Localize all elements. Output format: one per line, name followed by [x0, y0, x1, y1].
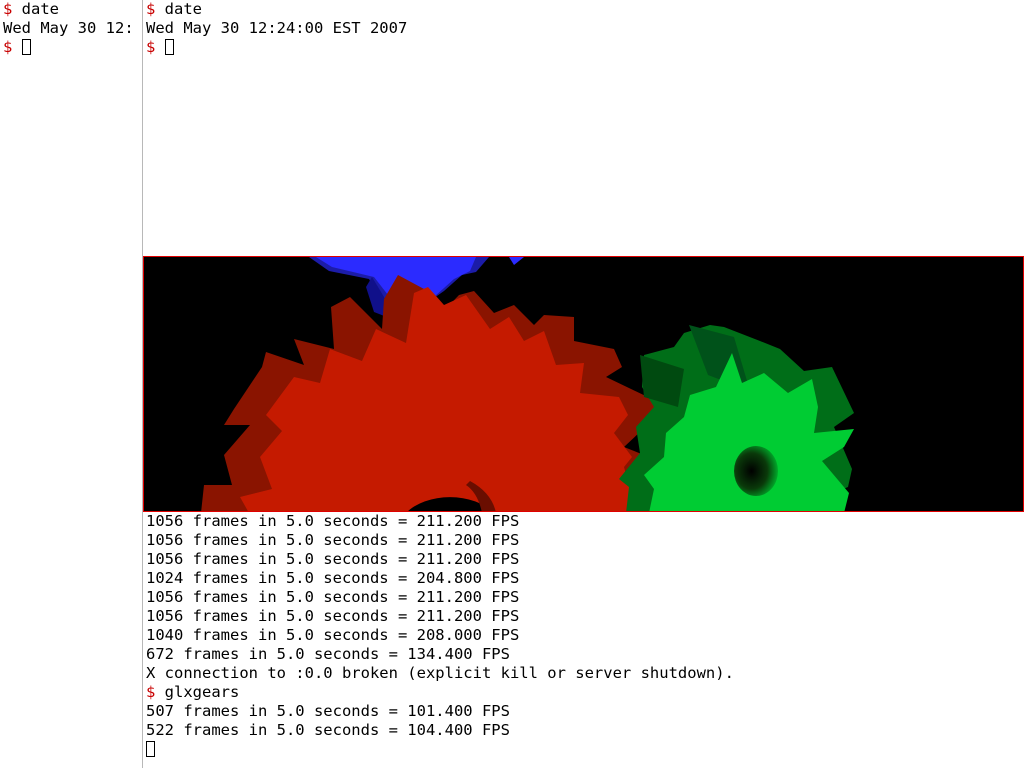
- output-text: 1040 frames in 5.0 seconds = 208.000 FPS: [146, 626, 520, 644]
- terminal-line: 1056 frames in 5.0 seconds = 211.200 FPS: [143, 550, 1024, 569]
- output-text: Wed May 30 12:24:00 EST 2007: [146, 19, 408, 37]
- terminal-line: 1056 frames in 5.0 seconds = 211.200 FPS: [143, 588, 1024, 607]
- output-text: 1056 frames in 5.0 seconds = 211.200 FPS: [146, 512, 520, 530]
- terminal-line: Wed May 30 12:24:00 EST 2007: [143, 19, 1024, 38]
- terminal-line: X connection to :0.0 broken (explicit ki…: [143, 664, 1024, 683]
- text-cursor: [164, 39, 174, 55]
- output-text: 1056 frames in 5.0 seconds = 211.200 FPS: [146, 607, 520, 625]
- left-terminal[interactable]: $ date Wed May 30 12: $: [0, 0, 142, 768]
- terminal-line: $: [143, 38, 1024, 57]
- terminal-line: $ date: [0, 0, 142, 19]
- output-text: 507 frames in 5.0 seconds = 101.400 FPS: [146, 702, 510, 720]
- red-gear: [201, 275, 658, 511]
- terminal-line: 1040 frames in 5.0 seconds = 208.000 FPS: [143, 626, 1024, 645]
- terminal-line: 1024 frames in 5.0 seconds = 204.800 FPS: [143, 569, 1024, 588]
- text-cursor: [21, 39, 31, 55]
- terminal-line: 507 frames in 5.0 seconds = 101.400 FPS: [143, 702, 1024, 721]
- shell-prompt: $: [3, 38, 13, 56]
- shell-prompt: $: [146, 683, 156, 701]
- terminal-line: $: [0, 38, 142, 57]
- glxgears-window[interactable]: [143, 256, 1024, 512]
- terminal-line: 1056 frames in 5.0 seconds = 211.200 FPS: [143, 512, 1024, 531]
- terminal-line: [143, 740, 1024, 759]
- terminal-line: 522 frames in 5.0 seconds = 104.400 FPS: [143, 721, 1024, 740]
- output-text: 1056 frames in 5.0 seconds = 211.200 FPS: [146, 588, 520, 606]
- terminal-line: 1056 frames in 5.0 seconds = 211.200 FPS: [143, 531, 1024, 550]
- shell-prompt: $: [3, 0, 13, 18]
- terminal-line: $ date: [143, 0, 1024, 19]
- terminal-line: $ glxgears: [143, 683, 1024, 702]
- terminal-line: 1056 frames in 5.0 seconds = 211.200 FPS: [143, 607, 1024, 626]
- command-text: date: [12, 0, 60, 18]
- text-cursor: [146, 741, 155, 757]
- terminal-line: 672 frames in 5.0 seconds = 134.400 FPS: [143, 645, 1024, 664]
- terminal-line: Wed May 30 12:: [0, 19, 142, 38]
- gears-render: [201, 257, 854, 511]
- output-text: 522 frames in 5.0 seconds = 104.400 FPS: [146, 721, 510, 739]
- output-text: X connection to :0.0 broken (explicit ki…: [146, 664, 734, 682]
- green-gear: [619, 325, 854, 511]
- command-text: glxgears: [155, 683, 240, 701]
- bottom-terminal[interactable]: 1056 frames in 5.0 seconds = 211.200 FPS…: [143, 512, 1024, 768]
- output-text: 672 frames in 5.0 seconds = 134.400 FPS: [146, 645, 510, 663]
- output-text: Wed May 30 12:: [3, 19, 134, 37]
- top-terminal[interactable]: $ date Wed May 30 12:24:00 EST 2007 $: [143, 0, 1024, 256]
- output-text: 1056 frames in 5.0 seconds = 211.200 FPS: [146, 550, 520, 568]
- shell-prompt: $: [146, 0, 156, 18]
- output-text: 1024 frames in 5.0 seconds = 204.800 FPS: [146, 569, 520, 587]
- shell-prompt: $: [146, 38, 156, 56]
- output-text: 1056 frames in 5.0 seconds = 211.200 FPS: [146, 531, 520, 549]
- command-text: date: [155, 0, 203, 18]
